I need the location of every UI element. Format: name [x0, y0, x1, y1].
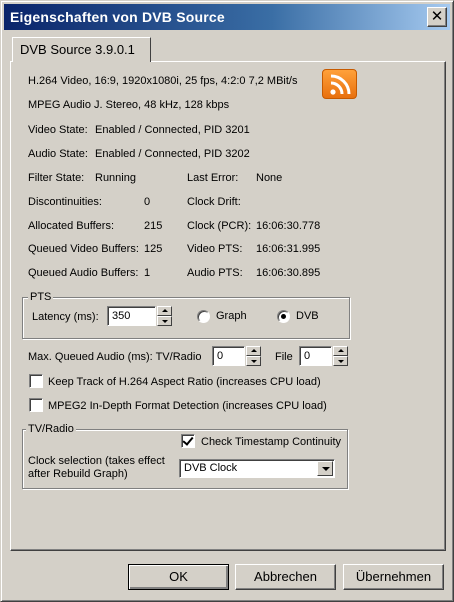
keep-track-aspect-checkbox[interactable]	[29, 374, 43, 388]
queued-audio-label: Queued Audio Buffers:	[28, 267, 139, 279]
mpeg2-detection-label: MPEG2 In-Depth Format Detection (increas…	[48, 400, 327, 412]
rss-feed-icon[interactable]	[322, 69, 357, 99]
clock-pcr-value: 16:06:30.778	[256, 220, 321, 232]
queued-audio-value: 1	[144, 267, 151, 279]
tvradio-queue-input[interactable]: 0	[212, 346, 245, 366]
audio-format-text: MPEG Audio J. Stereo, 48 kHz, 128 kbps	[28, 99, 230, 111]
audio-state-value: Enabled / Connected, PID 3202	[95, 148, 250, 160]
clock-selection-label: Clock selection (takes effect	[28, 455, 165, 467]
chevron-down-icon[interactable]	[317, 461, 333, 476]
radio-dvb[interactable]	[277, 310, 290, 323]
clock-pcr-label: Clock (PCR):	[187, 220, 252, 232]
video-state-label: Video State:	[28, 124, 88, 136]
last-error-value: None	[256, 172, 283, 184]
video-pts-label: Video PTS:	[187, 243, 243, 255]
video-state-value: Enabled / Connected, PID 3201	[95, 124, 250, 136]
discontinuities-label: Discontinuities:	[28, 196, 102, 208]
spin-down-icon[interactable]	[246, 356, 261, 366]
file-queue-input[interactable]: 0	[299, 346, 332, 366]
latency-label: Latency (ms):	[32, 311, 99, 323]
filter-state-value: Running	[95, 172, 136, 184]
window-title: Eigenschaften von DVB Source	[10, 9, 225, 25]
apply-button[interactable]: Übernehmen	[343, 564, 444, 590]
allocated-buffers-value: 215	[144, 220, 163, 232]
close-icon: ✕	[430, 7, 444, 25]
tvradio-queue-value: 0	[217, 350, 224, 362]
max-queued-audio-label: Max. Queued Audio (ms): TV/Radio	[28, 351, 202, 363]
audio-pts-label: Audio PTS:	[187, 267, 243, 279]
file-queue-value: 0	[304, 350, 311, 362]
tab-dvb-source[interactable]: DVB Source 3.9.0.1	[12, 37, 151, 62]
spin-down-icon[interactable]	[333, 356, 348, 366]
mpeg2-detection-checkbox[interactable]	[29, 398, 43, 412]
clock-select-value: DVB Clock	[184, 462, 238, 474]
latency-value: 350	[112, 310, 131, 322]
check-timestamp-checkbox[interactable]	[181, 434, 195, 448]
queued-video-label: Queued Video Buffers:	[28, 243, 139, 255]
pts-group-title: PTS	[28, 291, 54, 303]
clock-select[interactable]: DVB Clock	[179, 459, 335, 478]
properties-dialog: Eigenschaften von DVB Source ✕ DVB Sourc…	[0, 0, 454, 602]
spin-up-icon[interactable]	[246, 346, 261, 356]
queued-video-value: 125	[144, 243, 163, 255]
allocated-buffers-label: Allocated Buffers:	[28, 220, 115, 232]
clock-drift-label: Clock Drift:	[187, 196, 241, 208]
video-format-text: H.264 Video, 16:9, 1920x1080i, 25 fps, 4…	[28, 75, 298, 87]
title-bar[interactable]: Eigenschaften von DVB Source ✕	[4, 4, 450, 30]
check-timestamp-label: Check Timestamp Continuity	[201, 436, 341, 448]
radio-dvb-label: DVB	[296, 310, 319, 322]
spin-down-icon[interactable]	[157, 316, 172, 326]
latency-spinner[interactable]	[157, 306, 172, 326]
video-pts-value: 16:06:31.995	[256, 243, 321, 255]
spin-up-icon[interactable]	[157, 306, 172, 316]
radio-graph[interactable]	[197, 310, 210, 323]
last-error-label: Last Error:	[187, 172, 239, 184]
file-label: File	[275, 351, 293, 363]
filter-state-label: Filter State:	[28, 172, 85, 184]
audio-pts-value: 16:06:30.895	[256, 267, 321, 279]
close-button[interactable]: ✕	[427, 7, 447, 27]
latency-input[interactable]: 350	[107, 306, 156, 326]
clock-selection-label-2: after Rebuild Graph)	[28, 468, 128, 480]
tab-label: DVB Source 3.9.0.1	[20, 42, 135, 57]
audio-state-label: Audio State:	[28, 148, 88, 160]
tvradio-queue-spinner[interactable]	[246, 346, 261, 366]
discontinuities-value: 0	[144, 196, 151, 208]
radio-graph-label: Graph	[216, 310, 247, 322]
keep-track-aspect-label: Keep Track of H.264 Aspect Ratio (increa…	[48, 376, 321, 388]
spin-up-icon[interactable]	[333, 346, 348, 356]
file-queue-spinner[interactable]	[333, 346, 348, 366]
tvradio-group-title: TV/Radio	[26, 423, 76, 435]
cancel-button[interactable]: Abbrechen	[235, 564, 336, 590]
ok-button[interactable]: OK	[128, 564, 229, 590]
